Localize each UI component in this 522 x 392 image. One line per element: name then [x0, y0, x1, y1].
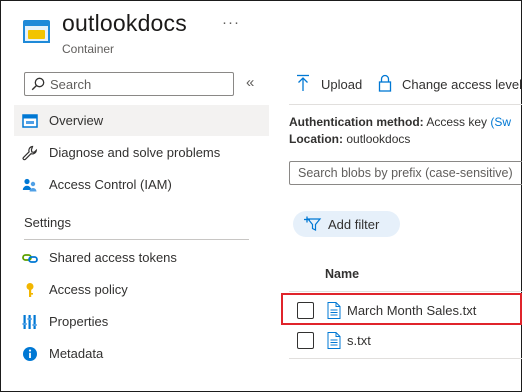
blob-search-input[interactable]: Search blobs by prefix (case-sensitive)	[289, 161, 522, 185]
people-icon	[22, 178, 37, 192]
switch-auth-link[interactable]: (Sw	[490, 115, 511, 129]
sidebar-item-label: Shared access tokens	[49, 250, 177, 265]
file-name-link[interactable]: s.txt	[347, 333, 371, 348]
page-title: outlookdocs	[62, 10, 187, 36]
storage-container-icon	[23, 20, 50, 43]
row-checkbox[interactable]	[297, 332, 314, 349]
sidebar-item-label: Access Control (IAM)	[49, 177, 172, 192]
file-icon	[327, 332, 341, 349]
link-icon	[22, 254, 38, 263]
key-icon	[26, 283, 34, 297]
sidebar-item-label: Metadata	[49, 346, 104, 361]
sidebar-item-label: Diagnose and solve problems	[49, 145, 221, 160]
sidebar-item-overview[interactable]: Overview	[14, 105, 269, 136]
toolbar-divider	[289, 104, 522, 105]
location-value: outlookdocs	[346, 132, 411, 146]
wrench-icon	[22, 145, 38, 161]
info-icon	[23, 347, 37, 361]
search-placeholder: Search	[50, 77, 92, 92]
table-row-divider	[289, 358, 522, 359]
sidebar-item-access-control[interactable]: Access Control (IAM)	[14, 169, 269, 200]
add-filter-button[interactable]: Add filter	[293, 211, 400, 237]
sidebar-item-label: Access policy	[49, 282, 128, 297]
sidebar-item-diagnose[interactable]: Diagnose and solve problems	[14, 137, 269, 168]
overview-icon	[22, 114, 38, 128]
auth-label: Authentication method:	[289, 115, 424, 129]
auth-value: Access key	[426, 115, 488, 129]
upload-icon	[297, 74, 309, 91]
file-icon	[327, 302, 341, 319]
sidebar-search-input[interactable]: Search	[24, 72, 234, 96]
sidebar-item-shared-access-tokens[interactable]: Shared access tokens	[14, 242, 269, 273]
page-subtitle: Container	[62, 42, 115, 56]
table-header-divider	[289, 291, 522, 292]
lock-icon	[378, 74, 392, 92]
row-checkbox[interactable]	[297, 302, 314, 319]
collapse-sidebar-button[interactable]: «	[246, 74, 254, 91]
blob-search-placeholder: Search blobs by prefix (case-sensitive)	[298, 166, 513, 180]
search-icon	[31, 77, 45, 91]
add-filter-label: Add filter	[328, 217, 380, 232]
table-row[interactable]: s.txt	[289, 325, 522, 357]
sidebar-item-properties[interactable]: Properties	[14, 306, 269, 337]
location: Location: outlookdocs	[289, 132, 410, 146]
add-filter-icon	[304, 216, 322, 231]
sidebar-item-metadata[interactable]: Metadata	[14, 338, 269, 369]
change-access-level-label: Change access level	[402, 77, 522, 92]
settings-heading: Settings	[24, 215, 71, 230]
upload-label: Upload	[321, 77, 363, 92]
authentication-method: Authentication method: Access key (Sw	[289, 115, 511, 129]
sidebar-item-label: Overview	[49, 113, 104, 128]
sidebar-item-label: Properties	[49, 314, 109, 329]
location-label: Location:	[289, 132, 343, 146]
sidebar-divider	[24, 239, 249, 240]
column-header-name[interactable]: Name	[325, 267, 359, 281]
more-options-button[interactable]: ···	[222, 14, 240, 31]
table-row[interactable]: March Month Sales.txt	[281, 293, 522, 325]
sidebar-item-access-policy[interactable]: Access policy	[14, 274, 269, 305]
file-name-link[interactable]: March Month Sales.txt	[347, 303, 476, 318]
properties-icon	[22, 315, 37, 329]
